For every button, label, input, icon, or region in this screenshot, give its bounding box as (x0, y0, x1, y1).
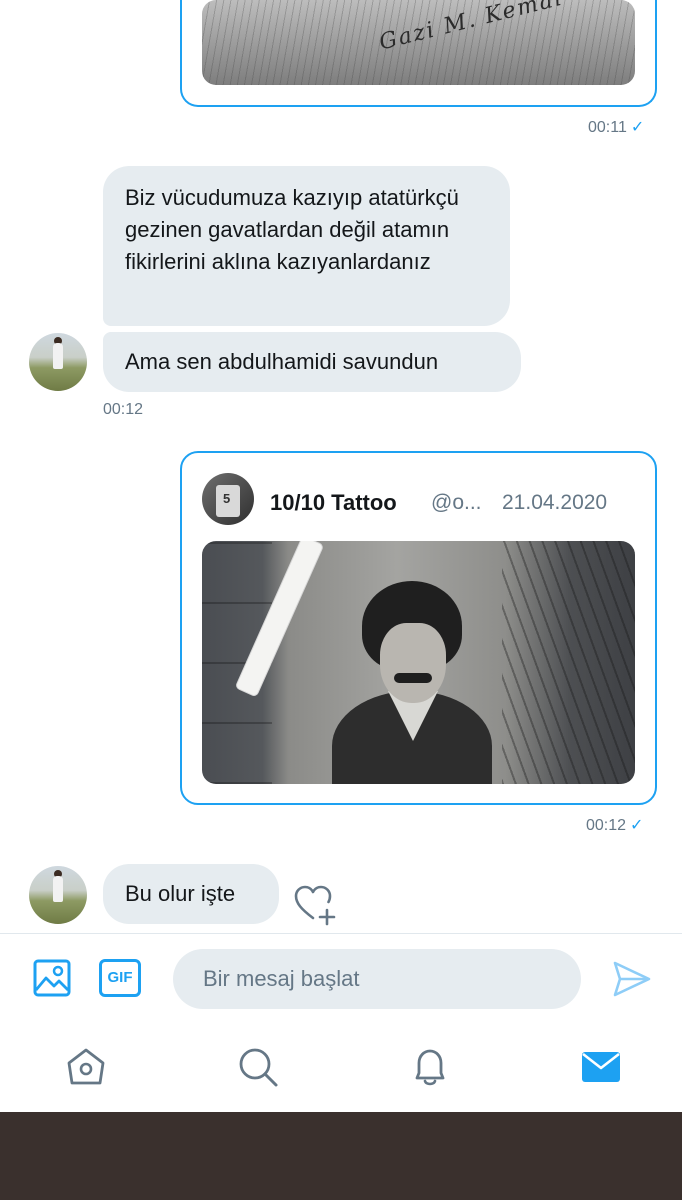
search-icon[interactable] (236, 1045, 280, 1089)
shared-tweet-card-top[interactable]: Gazi M. Kemal (180, 0, 657, 107)
timestamp-text: 00:12 (103, 401, 144, 418)
gif-label: GIF (107, 969, 133, 986)
jersey-number: 5 (223, 491, 231, 506)
quoted-tweet-date: 21.04.2020 (502, 491, 608, 514)
quoted-user-handle: @o... (431, 491, 482, 514)
incoming-message-bubble[interactable]: Bu olur işte (103, 864, 279, 924)
message-text: Biz vücudumuza kazıyıp atatürkçü gezinen… (125, 185, 459, 274)
avatar-figure-body (53, 876, 63, 902)
mail-icon[interactable] (579, 1045, 623, 1089)
timestamp-text: 00:11 (588, 119, 627, 136)
conversation-thread: Gazi M. Kemal 00:11 ✓ Biz vücudumuza kazı… (0, 0, 682, 932)
shared-tweet-card[interactable]: 5 10/10 Tattoo @o... 21.04.2020 (180, 451, 657, 805)
read-check-icon: ✓ (630, 817, 644, 834)
image-icon[interactable] (32, 958, 72, 998)
home-icon[interactable] (64, 1045, 108, 1089)
timestamp-text: 00:12 (586, 817, 627, 834)
message-composer: GIF (0, 933, 682, 1023)
read-check-icon: ✓ (630, 119, 645, 136)
message-text: Ama sen abdulhamidi savundun (125, 349, 439, 374)
message-input[interactable] (173, 949, 581, 1009)
incoming-message-bubble[interactable]: Ama sen abdulhamidi savundun (103, 332, 521, 392)
sender-avatar[interactable] (29, 866, 87, 924)
quoted-user-name[interactable]: 10/10 Tattoo (270, 490, 397, 516)
send-icon[interactable] (612, 960, 652, 998)
portrait-mustache (394, 673, 432, 683)
tattoo-tree-pattern (502, 541, 635, 784)
message-timestamp: 00:12 (103, 401, 143, 419)
message-text: Bu olur işte (125, 881, 236, 906)
portrait-face (380, 623, 446, 703)
heart-add-icon[interactable] (293, 882, 337, 926)
message-timestamp: 00:12 ✓ (586, 815, 643, 835)
bell-icon[interactable] (408, 1045, 452, 1089)
quoted-user-avatar[interactable]: 5 (202, 473, 254, 525)
tweet-media-image[interactable] (202, 541, 635, 784)
tweet-media-image[interactable]: Gazi M. Kemal (202, 0, 635, 85)
gif-button[interactable]: GIF (99, 959, 141, 997)
sender-avatar[interactable] (29, 333, 87, 391)
message-timestamp: 00:11 ✓ (588, 117, 644, 137)
system-bottom-area (0, 1112, 682, 1200)
bottom-tab-bar (0, 1023, 682, 1112)
incoming-message-bubble[interactable]: Biz vücudumuza kazıyıp atatürkçü gezinen… (103, 166, 510, 326)
avatar-figure-body (53, 343, 63, 369)
